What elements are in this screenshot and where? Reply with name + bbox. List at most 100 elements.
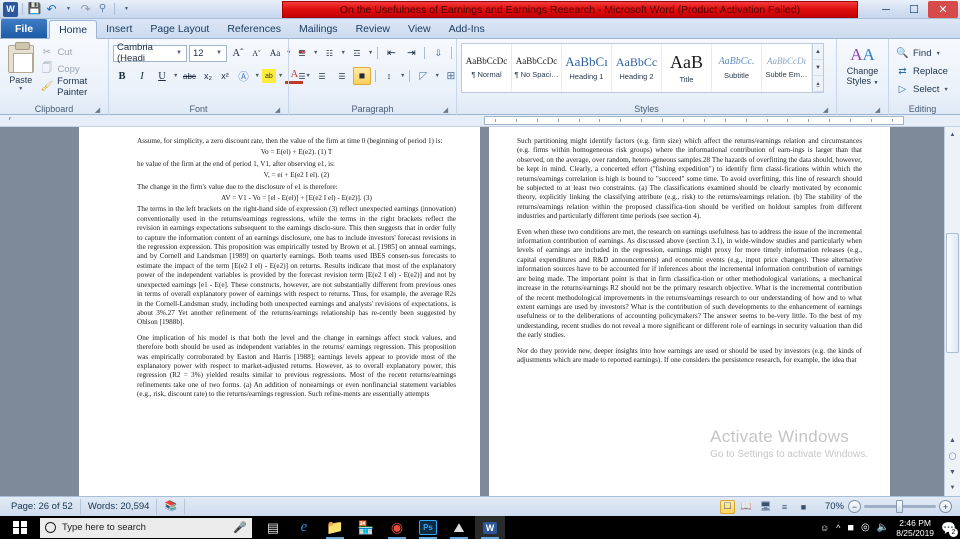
- next-page-icon[interactable]: ▼: [945, 464, 960, 480]
- show-hidden-icons-chevron[interactable]: ^: [836, 523, 840, 533]
- horizontal-ruler[interactable]: [484, 116, 904, 125]
- zoom-out-button[interactable]: −: [848, 500, 861, 513]
- format-painter-button[interactable]: 🖌 Format Painter: [40, 76, 104, 98]
- chevron-down-icon[interactable]: ▼: [173, 73, 178, 79]
- styles-dialog-launcher[interactable]: ◢: [821, 106, 830, 115]
- file-explorer-icon[interactable]: 📁: [320, 516, 350, 539]
- chevron-down-icon[interactable]: ▼: [400, 73, 405, 79]
- outline-view-button[interactable]: ≡: [777, 500, 792, 514]
- font-dialog-launcher[interactable]: ◢: [273, 106, 282, 115]
- shrink-font-icon[interactable]: Aˇ: [249, 44, 264, 62]
- underline-icon[interactable]: U: [153, 67, 171, 85]
- print-preview-icon[interactable]: ⚲: [95, 2, 110, 17]
- cut-button[interactable]: ✂ Cut: [40, 45, 104, 60]
- scroll-up-icon[interactable]: ▲: [813, 44, 823, 60]
- close-button[interactable]: ✕: [928, 1, 958, 18]
- zoom-slider[interactable]: − +: [848, 500, 952, 513]
- paste-dropdown-icon[interactable]: ▼: [18, 86, 23, 92]
- chevron-down-icon[interactable]: ▼: [368, 50, 373, 56]
- scroll-up-icon[interactable]: ▲: [945, 127, 960, 143]
- decrease-indent-icon[interactable]: ⇤: [382, 44, 400, 62]
- tab-references[interactable]: References: [218, 19, 290, 38]
- minimize-button[interactable]: ─: [872, 1, 900, 18]
- taskbar-clock[interactable]: 2:46 PM 8/25/2019: [896, 518, 934, 538]
- tab-view[interactable]: View: [399, 19, 440, 38]
- tab-home[interactable]: Home: [49, 20, 98, 39]
- web-layout-view-button[interactable]: 🖥: [758, 500, 773, 514]
- clipboard-dialog-launcher[interactable]: ◢: [93, 106, 102, 115]
- sort-icon[interactable]: ⇩: [429, 44, 447, 62]
- undo-icon[interactable]: ↶: [44, 2, 59, 17]
- style-heading-1[interactable]: AaBbCı Heading 1: [562, 44, 612, 92]
- grow-font-icon[interactable]: Aˆ: [229, 44, 247, 62]
- italic-icon[interactable]: I: [133, 67, 151, 85]
- style-normal[interactable]: AaBbCcDc ¶ Normal: [462, 44, 512, 92]
- multilevel-list-icon[interactable]: ☲: [348, 44, 366, 62]
- tab-insert[interactable]: Insert: [97, 19, 141, 38]
- chevron-down-icon[interactable]: ▼: [340, 50, 345, 56]
- numbering-icon[interactable]: ☷: [320, 44, 338, 62]
- restore-button[interactable]: ☐: [900, 1, 928, 18]
- document-page-left[interactable]: Assume, for simplicity, a zero discount …: [79, 127, 480, 496]
- zoom-in-button[interactable]: +: [939, 500, 952, 513]
- save-icon[interactable]: 💾: [27, 2, 42, 17]
- zoom-level-label[interactable]: 70%: [825, 501, 844, 512]
- style-subtitle[interactable]: AaBbCc. Subtitle: [712, 44, 762, 92]
- chevron-down-icon[interactable]: ▼: [943, 87, 948, 93]
- font-size-combo[interactable]: 12 ▼: [189, 44, 227, 62]
- subscript-icon[interactable]: x₂: [200, 67, 215, 85]
- chevron-down-icon[interactable]: ▼: [935, 51, 940, 57]
- scrollbar-thumb[interactable]: [945, 233, 959, 353]
- wifi-icon[interactable]: ◎: [861, 522, 870, 533]
- notification-center-icon[interactable]: 💬 2: [941, 521, 958, 537]
- replace-button[interactable]: ⇄ Replace: [896, 64, 949, 79]
- find-button[interactable]: 🔍 Find ▼: [896, 46, 949, 61]
- line-spacing-icon[interactable]: ↕: [380, 67, 398, 85]
- chrome-browser-icon[interactable]: ◉: [382, 516, 412, 539]
- tab-page-layout[interactable]: Page Layout: [141, 19, 218, 38]
- select-button[interactable]: ▷ Select ▼: [896, 82, 949, 97]
- word-logo-icon[interactable]: W: [3, 1, 18, 17]
- word-count[interactable]: Words: 20,594: [81, 498, 158, 515]
- align-left-icon[interactable]: ☰: [293, 67, 311, 85]
- microphone-icon[interactable]: 🎤: [233, 521, 247, 534]
- undo-dropdown-icon[interactable]: ▼: [61, 2, 76, 17]
- paste-button[interactable]: Paste ▼: [4, 42, 37, 92]
- superscript-icon[interactable]: x²: [217, 67, 232, 85]
- previous-page-icon[interactable]: ▲: [945, 432, 960, 448]
- tab-stop-selector-icon[interactable]: ⌜: [3, 115, 17, 127]
- scroll-down-icon[interactable]: ▼: [813, 60, 823, 76]
- change-case-icon[interactable]: Aa: [266, 44, 284, 62]
- align-right-icon[interactable]: ☰: [333, 67, 351, 85]
- chevron-down-icon[interactable]: ▼: [313, 50, 318, 56]
- more-styles-icon[interactable]: ▴̲: [813, 76, 823, 92]
- style-heading-2[interactable]: AaBbCc Heading 2: [612, 44, 662, 92]
- taskbar-search-box[interactable]: Type here to search 🎤: [40, 517, 252, 538]
- vertical-scrollbar[interactable]: ▲ ▲ ◯ ▼ ▼: [944, 127, 960, 496]
- page-indicator[interactable]: Page: 26 of 52: [4, 498, 81, 515]
- photos-icon[interactable]: ⛰: [444, 516, 474, 539]
- scrollbar-track[interactable]: [945, 143, 960, 432]
- strikethrough-icon[interactable]: abc: [180, 67, 198, 85]
- text-highlight-icon[interactable]: ab: [261, 69, 276, 83]
- print-layout-view-button[interactable]: ☐: [719, 499, 735, 514]
- people-icon[interactable]: ☺: [820, 523, 829, 533]
- draft-view-button[interactable]: ■: [796, 500, 811, 514]
- chevron-down-icon[interactable]: ▼: [214, 50, 224, 56]
- chevron-down-icon[interactable]: ▼: [278, 73, 283, 79]
- tab-review[interactable]: Review: [347, 19, 399, 38]
- word-icon[interactable]: W: [475, 516, 505, 539]
- zoom-slider-track[interactable]: [864, 500, 936, 513]
- redo-icon[interactable]: ↷: [78, 2, 93, 17]
- styles-gallery-scroll[interactable]: ▲ ▼ ▴̲: [812, 44, 823, 92]
- increase-indent-icon[interactable]: ⇥: [402, 44, 420, 62]
- justify-icon[interactable]: ■: [353, 67, 371, 85]
- scroll-down-icon[interactable]: ▼: [945, 480, 960, 496]
- full-screen-reading-view-button[interactable]: 📖: [739, 500, 754, 514]
- bold-icon[interactable]: B: [113, 67, 131, 85]
- style-subtle-emphasis[interactable]: AaBbCcDı Subtle Em…: [762, 44, 812, 92]
- proofing-status-icon[interactable]: 📚: [157, 498, 185, 515]
- customize-qat-icon[interactable]: ▼: [119, 2, 134, 17]
- start-button[interactable]: [0, 516, 40, 539]
- style-no-spacing[interactable]: AaBbCcDc ¶ No Spaci…: [512, 44, 562, 92]
